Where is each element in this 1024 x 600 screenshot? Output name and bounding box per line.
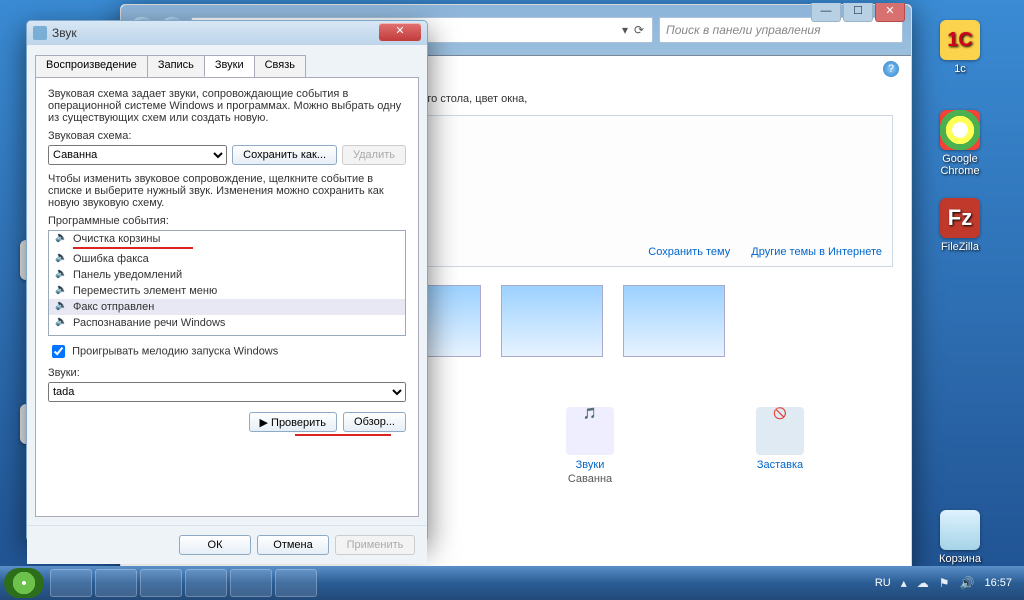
icon-label: 1c (924, 63, 996, 75)
tray-volume-icon[interactable]: 🔊 (960, 576, 975, 590)
link-label: Звуки (515, 459, 665, 471)
dialog-footer: ОК Отмена Применить (27, 525, 427, 564)
dialog-close-button[interactable]: ✕ (379, 23, 421, 41)
play-startup-checkbox[interactable] (52, 345, 65, 358)
desktop-icon-recycle[interactable]: Корзина (924, 510, 996, 565)
recycle-icon (940, 510, 980, 550)
theme-thumb[interactable] (623, 285, 725, 357)
events-list[interactable]: Очистка корзины Ошибка факса Панель увед… (48, 230, 406, 336)
apply-button: Применить (335, 535, 415, 555)
ok-button[interactable]: ОК (179, 535, 251, 555)
tab-playback[interactable]: Воспроизведение (35, 55, 148, 77)
taskbar-pin-personalization[interactable] (275, 569, 317, 597)
tray-flag-icon[interactable]: ⚑ (939, 576, 950, 590)
clock[interactable]: 16:57 (984, 577, 1012, 589)
oneC-icon: 1C (940, 20, 980, 60)
sound-icon: 🎵 (566, 407, 614, 455)
chevron-down-icon[interactable]: ▾ (618, 23, 632, 37)
list-item[interactable]: Ошибка факса (49, 251, 405, 267)
tray-chevron-icon[interactable]: ▴ (901, 576, 907, 590)
checkbox-label: Проигрывать мелодию запуска Windows (72, 345, 278, 357)
list-item[interactable]: Распознавание речи Windows (49, 315, 405, 331)
browse-button[interactable]: Обзор... (343, 412, 406, 432)
scheme-select[interactable]: Саванна (48, 145, 227, 165)
search-placeholder: Поиск в панели управления (666, 23, 821, 37)
taskbar-pin-ie[interactable] (50, 569, 92, 597)
events-label: Программные события: (48, 215, 406, 227)
sounds-label: Звуки: (48, 367, 406, 379)
sound-dialog: Звук ✕ Воспроизведение Запись Звуки Связ… (26, 20, 428, 542)
taskbar-pin-word[interactable] (185, 569, 227, 597)
list-item[interactable]: Очистка корзины (49, 231, 405, 251)
theme-links: Сохранить тему Другие темы в Интернете (630, 246, 882, 258)
save-as-button[interactable]: Сохранить как... (232, 145, 337, 165)
list-item[interactable]: Панель уведомлений (49, 267, 405, 283)
window-controls: — ☐ ✕ (811, 3, 905, 22)
taskbar-pin-explorer[interactable] (95, 569, 137, 597)
tab-sounds[interactable]: Звуки (204, 55, 255, 77)
sound-select[interactable]: tada (48, 382, 406, 402)
link-label: Заставка (705, 459, 855, 471)
scheme-label: Звуковая схема: (48, 130, 406, 142)
start-button[interactable] (4, 568, 44, 598)
tray-cloud-icon[interactable]: ☁ (917, 576, 929, 590)
tab-recording[interactable]: Запись (147, 55, 205, 77)
icon-label: Корзина (924, 553, 996, 565)
language-indicator[interactable]: RU (875, 577, 891, 589)
link-screensaver[interactable]: 🚫 Заставка (705, 407, 855, 485)
cancel-button[interactable]: Отмена (257, 535, 329, 555)
tab-panel: Звуковая схема задает звуки, сопровождаю… (35, 77, 419, 517)
chrome-icon (940, 110, 980, 150)
taskbar[interactable]: RU ▴ ☁ ⚑ 🔊 16:57 (0, 566, 1024, 600)
system-tray[interactable]: RU ▴ ☁ ⚑ 🔊 16:57 (875, 576, 1020, 590)
tab-comm[interactable]: Связь (254, 55, 306, 77)
refresh-icon[interactable]: ⟳ (632, 23, 646, 37)
desktop-icon-1c[interactable]: 1C 1c (924, 20, 996, 75)
desktop-icon-filezilla[interactable]: Fz FileZilla (924, 198, 996, 253)
close-button[interactable]: ✕ (875, 3, 905, 22)
link-save-theme[interactable]: Сохранить тему (648, 246, 730, 258)
test-button[interactable]: ▶ Проверить (249, 412, 338, 432)
desktop-icon-chrome[interactable]: Google Chrome (924, 110, 996, 177)
tab-bar: Воспроизведение Запись Звуки Связь (35, 55, 419, 77)
link-sub: Саванна (515, 473, 665, 485)
delete-button: Удалить (342, 145, 406, 165)
taskbar-pin-app[interactable] (230, 569, 272, 597)
dialog-titlebar[interactable]: Звук (27, 21, 427, 45)
taskbar-pin-1c[interactable] (140, 569, 182, 597)
events-intro: Чтобы изменить звуковое сопровождение, щ… (48, 173, 406, 209)
screensaver-icon: 🚫 (756, 407, 804, 455)
intro-text: Звуковая схема задает звуки, сопровождаю… (48, 88, 406, 124)
maximize-button[interactable]: ☐ (843, 3, 873, 22)
dialog-title: Звук (52, 26, 77, 40)
theme-thumb[interactable] (501, 285, 603, 357)
minimize-button[interactable]: — (811, 3, 841, 22)
list-item[interactable]: Переместить элемент меню (49, 283, 405, 299)
icon-label: FileZilla (924, 241, 996, 253)
help-icon[interactable]: ? (883, 61, 899, 77)
link-sounds[interactable]: 🎵 Звуки Саванна (515, 407, 665, 485)
link-more-themes[interactable]: Другие темы в Интернете (751, 246, 882, 258)
list-item[interactable]: Факс отправлен (49, 299, 405, 315)
filezilla-icon: Fz (940, 198, 980, 238)
speaker-icon (33, 26, 47, 40)
icon-label: Google Chrome (924, 153, 996, 177)
